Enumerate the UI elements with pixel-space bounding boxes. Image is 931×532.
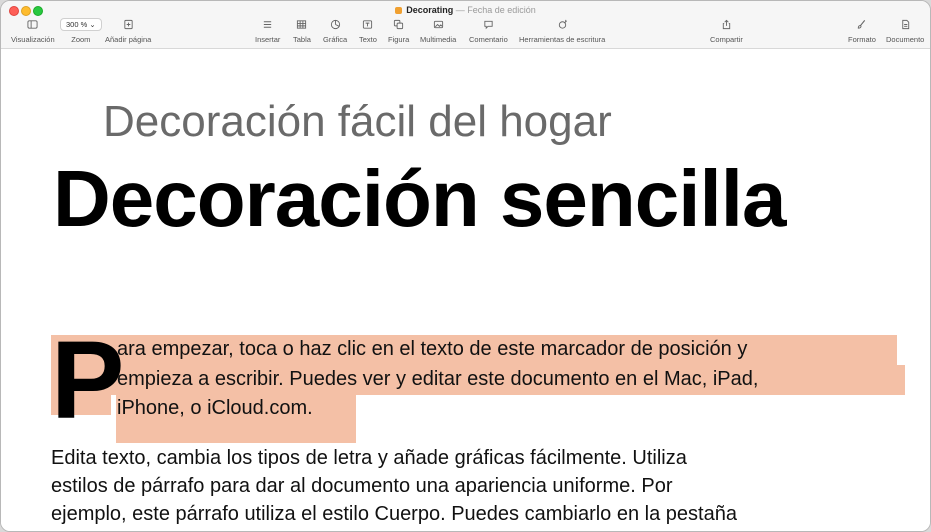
chart-label: Gráfica — [323, 35, 348, 44]
body-text-line[interactable]: iPhone, o iCloud.com. — [117, 397, 313, 420]
add-page-icon — [121, 18, 135, 30]
writing-tools-icon — [555, 18, 569, 30]
insert-icon — [261, 18, 275, 30]
share-button[interactable]: Compartir — [710, 18, 743, 46]
document-icon — [395, 7, 403, 14]
window-title: Decorating — Fecha de edición — [1, 5, 930, 15]
comment-button[interactable]: Comentario — [469, 18, 508, 46]
body-text-line[interactable]: ejemplo, este párrafo utiliza el estilo … — [51, 503, 737, 526]
zoom-label: Zoom — [71, 35, 91, 44]
sidebar-icon — [26, 18, 40, 30]
view-button[interactable]: Visualización — [11, 18, 55, 46]
media-button[interactable]: Multimedia — [420, 18, 456, 46]
drop-cap[interactable]: P — [51, 326, 124, 436]
edit-state: Fecha de edición — [467, 5, 536, 15]
view-label: Visualización — [11, 35, 55, 44]
document-canvas[interactable]: Decoración fácil del hogar Decoración se… — [1, 49, 930, 531]
comment-icon — [481, 18, 495, 30]
chart-button[interactable]: Gráfica — [323, 18, 347, 46]
writing-tools-label: Herramientas de escritura — [519, 35, 606, 44]
shape-icon — [392, 18, 406, 30]
title-separator: — — [455, 5, 465, 15]
add-page-button[interactable]: Añadir página — [105, 18, 151, 46]
table-icon — [295, 18, 309, 30]
table-label: Tabla — [293, 35, 311, 44]
document-label: Documento — [886, 35, 925, 44]
document-subtitle[interactable]: Decoración fácil del hogar — [103, 97, 612, 147]
zoom-value: 300 % — [66, 20, 88, 29]
shape-button[interactable]: Figura — [388, 18, 409, 46]
insert-button[interactable]: Insertar — [255, 18, 280, 46]
photo-icon — [431, 18, 445, 30]
share-icon — [719, 18, 733, 30]
format-button[interactable]: Formato — [848, 18, 876, 46]
text-box-icon — [361, 18, 375, 30]
text-label: Texto — [359, 35, 377, 44]
media-label: Multimedia — [420, 35, 457, 44]
document-name: Decorating — [406, 5, 454, 15]
document-title[interactable]: Decoración sencilla — [53, 153, 786, 245]
toolbar: Decorating — Fecha de edición Visualizac… — [1, 1, 930, 49]
text-button[interactable]: Texto — [359, 18, 377, 46]
chevron-down-icon: ⌄ — [89, 20, 96, 29]
body-text-line[interactable]: estilos de párrafo para dar al documento… — [51, 475, 672, 498]
format-label: Formato — [848, 35, 876, 44]
zoom-select[interactable]: 300 % ⌄ — [60, 18, 102, 31]
share-label: Compartir — [710, 35, 743, 44]
comment-label: Comentario — [469, 35, 508, 44]
add-page-label: Añadir página — [105, 35, 152, 44]
chart-icon — [328, 18, 342, 30]
insert-label: Insertar — [255, 35, 281, 44]
paintbrush-icon — [855, 18, 869, 30]
document-icon — [898, 18, 912, 30]
document-button[interactable]: Documento — [886, 18, 924, 46]
zoom-control[interactable]: 300 % ⌄ Zoom — [60, 18, 102, 46]
table-button[interactable]: Tabla — [293, 18, 311, 46]
body-text-line[interactable]: empieza a escribir. Puedes ver y editar … — [117, 368, 758, 391]
pages-window: Decorating — Fecha de edición Visualizac… — [0, 0, 931, 532]
shape-label: Figura — [388, 35, 410, 44]
writing-tools-button[interactable]: Herramientas de escritura — [519, 18, 605, 46]
body-text-line[interactable]: Edita texto, cambia los tipos de letra y… — [51, 447, 687, 470]
body-text-line[interactable]: ara empezar, toca o haz clic en el texto… — [117, 338, 747, 361]
